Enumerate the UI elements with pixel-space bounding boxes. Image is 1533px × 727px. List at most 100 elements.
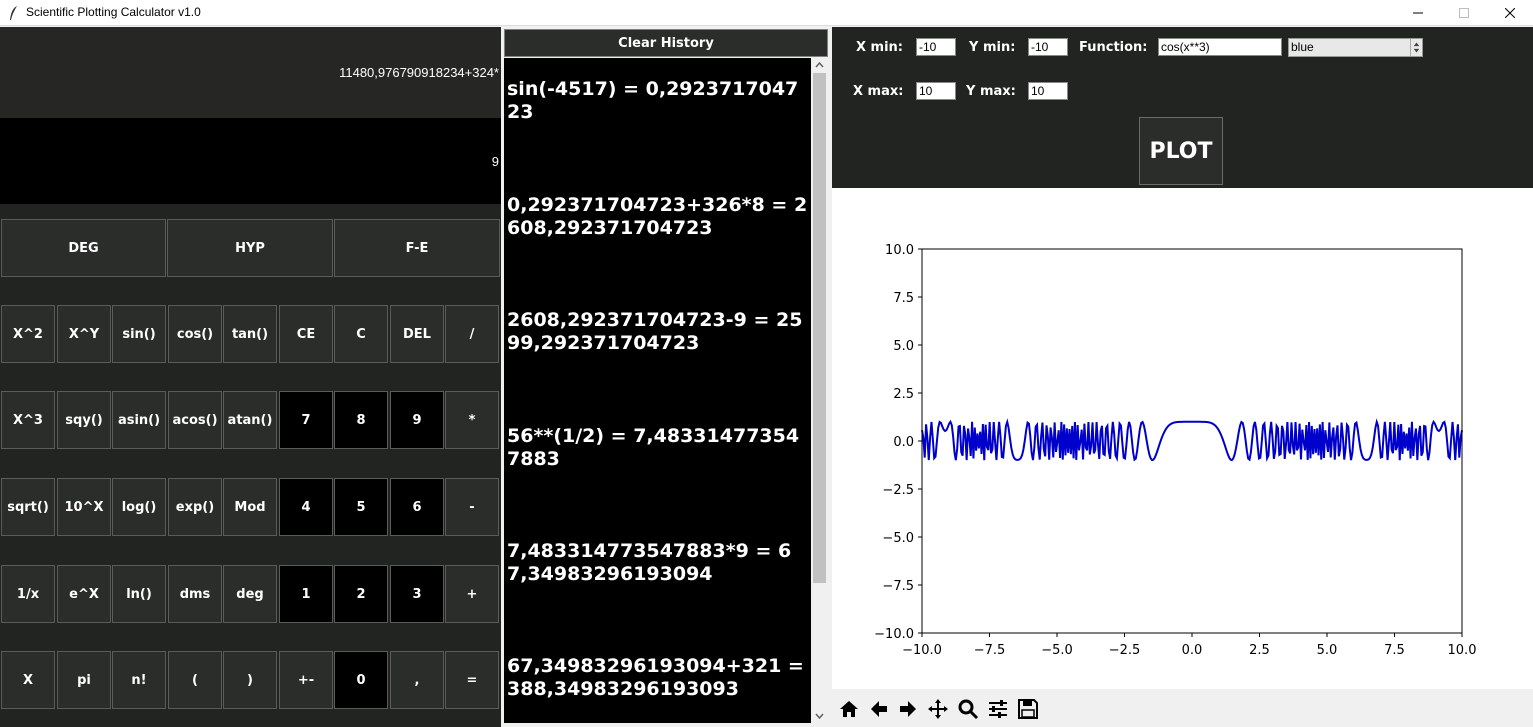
close-button[interactable]	[1487, 0, 1533, 26]
digit-3-button[interactable]: 3	[390, 565, 444, 623]
result-text: 9	[491, 154, 499, 169]
deg-button[interactable]: deg	[223, 565, 277, 623]
digit-5-button[interactable]: 5	[334, 478, 388, 536]
spin-arrows-icon[interactable]	[1410, 39, 1422, 56]
log-button[interactable]: log()	[112, 478, 166, 536]
dms-button[interactable]: dms	[168, 565, 222, 623]
subtract-button[interactable]: -	[445, 478, 499, 536]
home-icon	[840, 701, 858, 717]
asin-button[interactable]: asin()	[112, 391, 166, 449]
xmin-input[interactable]: -10	[916, 38, 956, 56]
pan-button[interactable]	[925, 696, 951, 722]
expression-text: 11480,976790918234+324*	[339, 65, 499, 80]
sqrt-button[interactable]: sqrt()	[1, 478, 55, 536]
history-scrollbar[interactable]	[811, 58, 828, 723]
digit-2-button[interactable]: 2	[334, 565, 388, 623]
maximize-button[interactable]	[1441, 0, 1487, 26]
scroll-down-icon[interactable]	[811, 709, 828, 723]
x-tick-label: 5.0	[1317, 643, 1338, 658]
minimize-button[interactable]	[1395, 0, 1441, 26]
title-bar: Scientific Plotting Calculator v1.0	[0, 0, 1533, 26]
y-tick-label: 0.0	[893, 435, 914, 450]
add-button[interactable]: +	[445, 565, 499, 623]
digit-1-button[interactable]: 1	[279, 565, 333, 623]
plot-button[interactable]: PLOT	[1139, 117, 1223, 185]
clear-button[interactable]: C	[334, 305, 388, 363]
zoom-button[interactable]	[955, 696, 981, 722]
plot-frame	[921, 248, 1463, 634]
pi-button[interactable]: pi	[57, 651, 111, 709]
configure-subplots-icon	[989, 700, 1007, 718]
function-input[interactable]: cos(x**3)	[1158, 38, 1282, 56]
history-item: 56**(1/2) = 7,483314773547883	[507, 425, 800, 470]
x-tick-label: −2.5	[1109, 643, 1141, 658]
digit-6-button[interactable]: 6	[390, 478, 444, 536]
tan-button[interactable]: tan()	[223, 305, 277, 363]
delete-button[interactable]: DEL	[390, 305, 444, 363]
function-label: Function:	[1079, 40, 1148, 55]
e-power-button[interactable]: e^X	[57, 565, 111, 623]
square-button[interactable]: X^2	[1, 305, 55, 363]
ymin-label: Y min:	[969, 40, 1016, 55]
history-item: 7,483314773547883*9 = 67,34983296193094	[507, 540, 792, 585]
history-panel: Clear History sin(-4517) = 0,29237170472…	[501, 27, 831, 727]
history-item: 0,292371704723+326*8 = 2608,292371704723	[507, 194, 808, 239]
fe-mode-button[interactable]: F-E	[334, 219, 500, 277]
ymax-input[interactable]: 10	[1028, 82, 1068, 100]
close-icon	[1505, 8, 1515, 18]
digit-7-button[interactable]: 7	[279, 391, 333, 449]
forward-button[interactable]	[895, 696, 921, 722]
x-tick-label: 10.0	[1448, 643, 1477, 658]
x-tick-label: 7.5	[1384, 643, 1405, 658]
maximize-icon	[1459, 8, 1469, 18]
digit-8-button[interactable]: 8	[334, 391, 388, 449]
y-tick-label: −7.5	[882, 579, 914, 594]
ymin-input[interactable]: -10	[1028, 38, 1068, 56]
exp-button[interactable]: exp()	[168, 478, 222, 536]
sqy-button[interactable]: sqy()	[57, 391, 111, 449]
comma-button[interactable]: ,	[390, 651, 444, 709]
xmax-label: X max:	[853, 84, 904, 99]
plot-figure[interactable]: −10.0 −7.5 −5.0 −2.5 0.0 2.5 5.0 7.5 10.0 10.0 7.5…	[832, 188, 1533, 689]
window-title: Scientific Plotting Calculator v1.0	[26, 5, 201, 19]
plot-panel: X min: -10 Y min: -10 Function: cos(x**3…	[832, 27, 1533, 727]
feather-icon	[10, 6, 17, 20]
clear-history-button[interactable]: Clear History	[504, 29, 828, 57]
atan-button[interactable]: atan()	[223, 391, 277, 449]
cos-button[interactable]: cos()	[168, 305, 222, 363]
clear-entry-button[interactable]: CE	[279, 305, 333, 363]
scrollbar-thumb[interactable]	[813, 73, 826, 583]
save-button[interactable]	[1015, 696, 1041, 722]
color-spinbox[interactable]: blue	[1288, 38, 1423, 57]
hyp-mode-button[interactable]: HYP	[167, 219, 333, 277]
function-chart[interactable]: −10.0 −7.5 −5.0 −2.5 0.0 2.5 5.0 7.5 10.0 10.0 7.5…	[832, 188, 1533, 689]
sin-button[interactable]: sin()	[112, 305, 166, 363]
configure-subplots-button[interactable]	[985, 696, 1011, 722]
scroll-up-icon[interactable]	[811, 58, 828, 72]
plus-minus-button[interactable]: +-	[279, 651, 333, 709]
multiply-button[interactable]: *	[445, 391, 499, 449]
open-paren-button[interactable]: (	[168, 651, 222, 709]
mod-button[interactable]: Mod	[223, 478, 277, 536]
cube-button[interactable]: X^3	[1, 391, 55, 449]
deg-mode-button[interactable]: DEG	[1, 219, 166, 277]
power-button[interactable]: X^Y	[57, 305, 111, 363]
y-tick-label: −2.5	[882, 483, 914, 498]
reciprocal-button[interactable]: 1/x	[1, 565, 55, 623]
ten-power-button[interactable]: 10^X	[57, 478, 111, 536]
factorial-button[interactable]: n!	[112, 651, 166, 709]
ln-button[interactable]: ln()	[112, 565, 166, 623]
equals-button[interactable]: =	[445, 651, 499, 709]
back-button[interactable]	[866, 696, 892, 722]
digit-4-button[interactable]: 4	[279, 478, 333, 536]
close-paren-button[interactable]: )	[223, 651, 277, 709]
x-tick-label: −10.0	[902, 643, 942, 658]
digit-9-button[interactable]: 9	[390, 391, 444, 449]
acos-button[interactable]: acos()	[168, 391, 222, 449]
x-variable-button[interactable]: X	[1, 651, 55, 709]
expression-display: 11480,976790918234+324*	[0, 27, 501, 118]
divide-button[interactable]: /	[445, 305, 499, 363]
digit-0-button[interactable]: 0	[334, 651, 388, 709]
home-button[interactable]	[836, 696, 862, 722]
xmax-input[interactable]: 10	[916, 82, 956, 100]
